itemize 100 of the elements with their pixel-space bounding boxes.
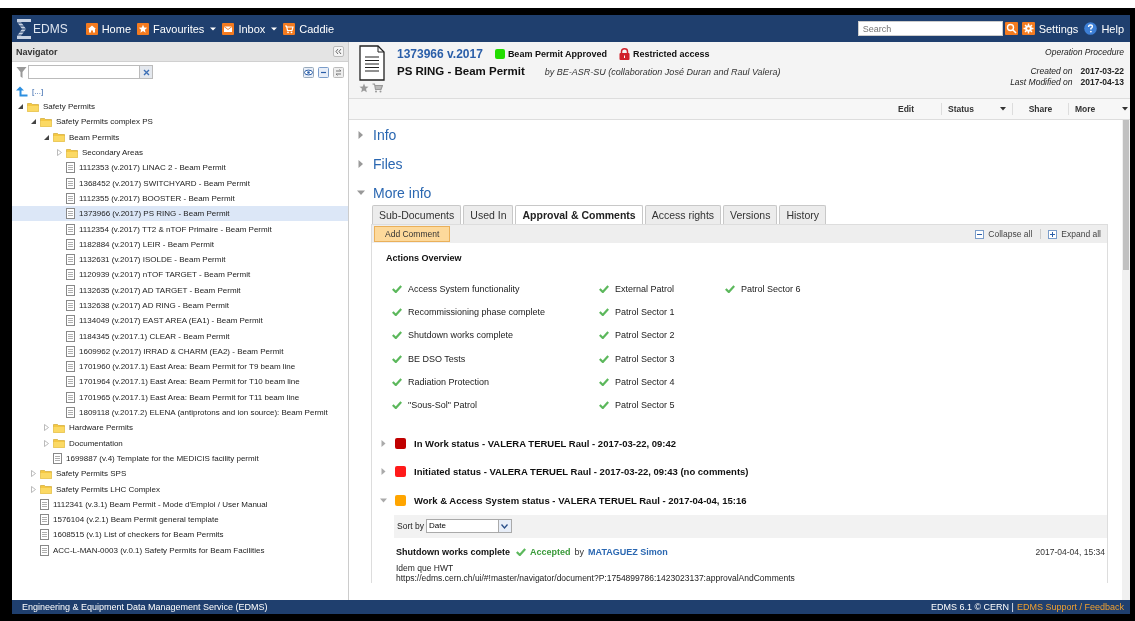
collapsed-triangle-icon[interactable] xyxy=(31,485,36,493)
tab[interactable]: Sub-Documents xyxy=(372,205,462,224)
collapse-panel-icon[interactable] xyxy=(333,46,344,57)
caret-icon[interactable] xyxy=(271,25,278,32)
caret-icon[interactable] xyxy=(210,25,217,32)
status-entry-title[interactable]: In Work status - VALERA TERUEL Raul - 2017-03-22, 09:42 xyxy=(414,437,677,449)
tree-item[interactable]: 1701965 (v.2017.1) East Area: Beam Permit for T11 beam line xyxy=(12,389,348,405)
access-label: Restricted access xyxy=(633,48,710,59)
caret-icon xyxy=(501,523,509,529)
up-arrow-icon[interactable] xyxy=(16,86,28,97)
add-comment-button[interactable]: Add Comment xyxy=(374,226,451,242)
tab[interactable]: History xyxy=(779,205,827,224)
tree-item[interactable]: 1809118 (v.2017.2) ELENA (antiprotons and ion source): Beam Permit xyxy=(12,404,348,421)
support-link[interactable]: EDMS Support / Feedback xyxy=(1016,602,1124,612)
tree-item[interactable]: 1120939 (v.2017) nTOF TARGET - Beam Permit xyxy=(12,267,348,283)
tree-item[interactable]: 1609962 (v.2017) IRRAD & CHARM (EA2) - Beam Permit xyxy=(12,343,348,360)
tree-item[interactable]: 1132635 (v.2017) AD TARGET - Beam Permit xyxy=(12,282,348,298)
comment-text: Idem que HWT xyxy=(396,562,455,573)
tab[interactable]: Access rights xyxy=(644,205,722,224)
star-icon xyxy=(137,22,149,35)
tree-item[interactable]: 1182884 (v.2017) LEIR - Beam Permit xyxy=(12,236,348,252)
scrollbar-thumb[interactable] xyxy=(1123,120,1129,270)
tab[interactable]: Versions xyxy=(723,205,778,224)
cart-icon[interactable] xyxy=(372,83,383,93)
tree-item[interactable]: Secondary Areas xyxy=(12,144,348,161)
tree-item[interactable]: ACC-L-MAN-0003 (v.0.1) Safety Permits for Beam Facilities xyxy=(12,542,348,558)
tree-item[interactable]: 1112354 (v.2017) TT2 & nTOF Primaire - Beam Permit xyxy=(12,221,348,237)
sort-dropdown[interactable]: Date xyxy=(425,519,512,533)
tree-item[interactable]: 1184345 (v.2017.1) CLEAR - Beam Permit xyxy=(12,328,348,344)
nav-link[interactable]: Caddie xyxy=(283,22,335,35)
collapsed-triangle-icon[interactable] xyxy=(380,439,387,447)
tree-item[interactable]: Safety Permits LHC Complex xyxy=(12,481,348,497)
collapsed-triangle-icon[interactable] xyxy=(31,470,36,478)
tree-item[interactable]: Beam Permits xyxy=(12,129,348,145)
toolbar-button[interactable]: Share xyxy=(1012,103,1068,115)
collapse-tree-icon[interactable] xyxy=(318,66,329,78)
collapsed-triangle-icon[interactable] xyxy=(380,468,387,476)
tree-item[interactable]: 1132631 (v.2017) ISOLDE - Beam Permit xyxy=(12,251,348,268)
tree-item[interactable]: 1112355 (v.2017) BOOSTER - Beam Permit xyxy=(12,190,348,207)
collapsed-triangle-icon[interactable] xyxy=(57,149,62,157)
tree-item[interactable]: 1699887 (v.4) Template for the MEDICIS facility permit xyxy=(12,450,348,467)
collapsed-triangle-icon[interactable] xyxy=(357,159,365,168)
document-number[interactable]: 1373966 v.2017 xyxy=(397,46,483,61)
tree-item[interactable]: 1132638 (v.2017) AD RING - Beam Permit xyxy=(12,297,348,314)
tree-item[interactable]: Documentation xyxy=(12,435,348,451)
tree-item[interactable]: 1134049 (v.2017) EAST AREA (EA1) - Beam Permit xyxy=(12,313,348,329)
nav-link[interactable]: Favourites xyxy=(137,22,205,35)
mail-icon xyxy=(222,22,235,35)
comment-author[interactable]: MATAGUEZ Simon xyxy=(588,546,668,557)
collapsed-triangle-icon[interactable] xyxy=(357,130,365,139)
help-link[interactable]: Help xyxy=(1084,22,1124,35)
tree-item[interactable]: Safety Permits xyxy=(12,99,348,115)
expanded-triangle-icon[interactable] xyxy=(44,134,49,140)
toolbar-button[interactable]: More xyxy=(1068,103,1130,115)
toolbar-button[interactable]: Status xyxy=(941,103,1012,115)
tree-item[interactable]: 1368452 (v.2017) SWITCHYARD - Beam Permit xyxy=(12,175,348,191)
navigator-title: Navigator xyxy=(16,46,58,57)
filter-icon[interactable] xyxy=(16,65,27,79)
search-icon[interactable] xyxy=(1004,22,1018,35)
action-label: Radiation Protection xyxy=(408,376,490,387)
tree-item[interactable]: 1112341 (v.3.1) Beam Permit - Mode d'Emploi / User Manual xyxy=(12,496,348,512)
document-icon xyxy=(66,269,75,281)
section-heading[interactable]: Info xyxy=(373,126,397,143)
nav-link[interactable]: Inbox xyxy=(222,22,266,35)
search-field[interactable]: Search xyxy=(857,21,1003,36)
logo-text[interactable]: EDMS xyxy=(33,21,68,36)
document-icon xyxy=(66,300,75,311)
tree-item[interactable]: 1701964 (v.2017.1) East Area: Beam Permit for T10 beam line xyxy=(12,374,348,390)
collapse-all-link[interactable]: Collapse all xyxy=(975,229,1033,239)
status-entry-title[interactable]: Initiated status - VALERA TERUEL Raul - 2017-03-22, 09:43 (no comments) xyxy=(414,466,749,478)
tree-item[interactable]: Safety Permits SPS xyxy=(12,466,348,482)
tree-item[interactable]: Safety Permits complex PS xyxy=(12,114,348,130)
scrollbar[interactable] xyxy=(1122,120,1130,600)
tree-item[interactable]: 1701960 (v.2017.1) East Area: Beam Permit for T9 beam line xyxy=(12,359,348,375)
help-icon xyxy=(1084,22,1098,35)
settings-link[interactable]: Settings xyxy=(1021,22,1079,35)
tab[interactable]: Approval & Comments xyxy=(515,205,643,224)
toolbar-button[interactable]: Edit xyxy=(871,103,941,115)
tree-item[interactable]: 1576104 (v.2.1) Beam Permit general template xyxy=(12,512,348,528)
expanded-triangle-icon[interactable] xyxy=(31,119,36,125)
folder-icon xyxy=(53,438,65,449)
status-entry-title[interactable]: Work & Access System status - VALERA TERUEL Raul - 2017-04-04, 15:16 xyxy=(414,494,747,506)
tree-item[interactable]: 1112353 (v.2017) LINAC 2 - Beam Permit xyxy=(12,160,348,176)
collapsed-triangle-icon[interactable] xyxy=(44,439,49,447)
tree-item[interactable]: Hardware Permits xyxy=(12,420,348,436)
expand-all-link[interactable]: Expand all xyxy=(1040,229,1101,239)
nav-link[interactable]: Home xyxy=(85,22,131,35)
clear-button[interactable] xyxy=(139,66,152,78)
filter-field[interactable] xyxy=(28,65,153,79)
expanded-triangle-icon[interactable] xyxy=(18,104,23,110)
tree-item[interactable]: 1608515 (v.1) List of checkers for Beam Permits xyxy=(12,527,348,543)
tab[interactable]: Used In xyxy=(463,205,514,224)
star-icon[interactable] xyxy=(359,83,369,93)
section-heading[interactable]: Files xyxy=(373,155,403,172)
section-heading[interactable]: More info xyxy=(373,184,432,201)
tree-item[interactable]: 1373966 (v.2017) PS RING - Beam Permit xyxy=(12,206,348,222)
collapsed-triangle-icon[interactable] xyxy=(44,424,49,432)
expand-icon xyxy=(1048,229,1058,239)
parent-link[interactable]: [...] xyxy=(32,87,44,96)
eye-icon[interactable] xyxy=(303,66,314,78)
